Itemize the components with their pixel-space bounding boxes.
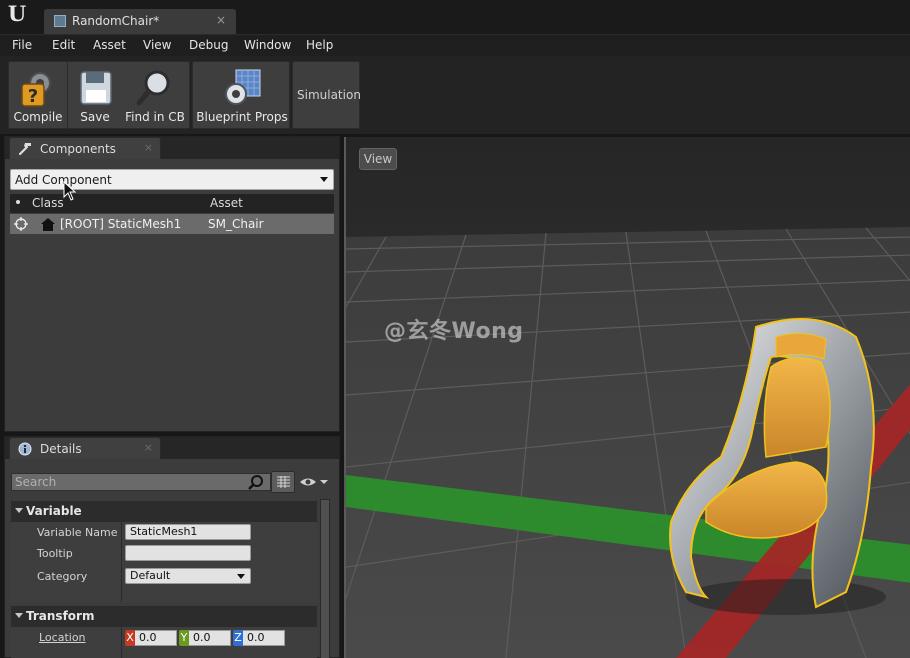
menu-edit[interactable]: Edit (52, 38, 75, 52)
collapse-arrow-icon (15, 508, 23, 513)
blueprint-asset-icon (54, 15, 66, 27)
variable-section-title: Variable (26, 504, 82, 518)
close-tab-icon[interactable]: × (216, 13, 226, 27)
hammer-icon (18, 143, 31, 156)
menu-file[interactable]: File (12, 38, 32, 52)
menu-asset[interactable]: Asset (93, 38, 126, 52)
toolbar-group-blueprint: Blueprint Props (192, 61, 290, 129)
column-divider (121, 627, 122, 658)
details-panel: Details × Variable Variable Name StaticM… (4, 436, 340, 658)
tooltip-field[interactable] (125, 545, 251, 561)
simulation-label: Simulation (297, 88, 361, 102)
blueprint-props-label: Blueprint Props (196, 110, 288, 124)
component-row[interactable]: [ROOT] StaticMesh1 SM_Chair (10, 214, 334, 234)
column-divider (121, 522, 122, 602)
find-in-cb-icon (136, 70, 170, 106)
menu-bar: File Edit Asset View Debug Window Help (0, 34, 910, 56)
compile-label: Compile (13, 110, 63, 124)
menu-view[interactable]: View (143, 38, 171, 52)
compile-button[interactable]: ? Compile (9, 62, 67, 130)
location-x-tag: X (125, 630, 135, 646)
close-panel-icon[interactable]: × (144, 141, 153, 154)
variable-properties: Variable Name StaticMesh1 Tooltip Catego… (11, 522, 317, 602)
components-tab-label: Components (40, 142, 116, 156)
search-icon[interactable] (248, 474, 264, 490)
variable-name-label: Variable Name (37, 526, 118, 539)
crosshair-icon (14, 217, 28, 231)
category-value: Default (130, 569, 171, 582)
components-tab[interactable]: Components × (9, 137, 161, 159)
location-x-field[interactable]: 0.0 (135, 630, 177, 646)
details-tab[interactable]: Details × (9, 437, 161, 459)
compile-icon: ? (21, 72, 51, 107)
blueprint-props-icon (225, 69, 261, 105)
title-bar: U RandomChair* × (0, 0, 910, 34)
menu-debug[interactable]: Debug (189, 38, 228, 52)
save-button[interactable]: Save (68, 62, 122, 130)
svg-text:?: ? (28, 86, 38, 107)
variable-name-field[interactable]: StaticMesh1 (125, 524, 251, 540)
location-y-tag: Y (179, 630, 189, 646)
variable-section-header[interactable]: Variable (11, 501, 317, 522)
menu-window[interactable]: Window (244, 38, 291, 52)
location-z-tag: Z (233, 630, 243, 646)
location-label[interactable]: Location (39, 631, 86, 644)
add-component-dropdown[interactable]: Add Component (10, 169, 334, 190)
transform-properties: Location X 0.0 Y 0.0 Z 0.0 (11, 627, 317, 658)
eye-icon[interactable] (299, 475, 329, 489)
column-header-class[interactable]: Class (32, 196, 64, 210)
location-y-field[interactable]: 0.0 (189, 630, 231, 646)
find-in-cb-button[interactable]: Find in CB (122, 62, 188, 130)
viewport-scene (346, 137, 910, 658)
transform-section-header[interactable]: Transform (11, 606, 317, 627)
category-label: Category (37, 570, 88, 583)
component-asset: SM_Chair (208, 217, 264, 231)
save-icon (80, 71, 112, 105)
column-header-asset[interactable]: Asset (210, 196, 243, 210)
list-view-button[interactable] (271, 471, 295, 493)
transform-section-title: Transform (26, 609, 95, 623)
mouse-cursor-icon (63, 181, 77, 201)
chevron-down-icon (237, 574, 245, 579)
unreal-logo-icon[interactable]: U (4, 2, 30, 28)
static-mesh-icon (41, 218, 55, 231)
components-panel: Components × Add Component Class Asset [… (4, 136, 340, 432)
find-in-cb-label: Find in CB (125, 110, 185, 124)
components-tree-header: Class Asset (10, 194, 334, 213)
details-tab-label: Details (40, 442, 82, 456)
save-label: Save (80, 110, 110, 124)
component-class: [ROOT] StaticMesh1 (60, 217, 182, 231)
location-z-field[interactable]: 0.0 (243, 630, 285, 646)
details-scrollbar[interactable] (320, 499, 330, 658)
details-icon (18, 442, 32, 456)
document-tab[interactable]: RandomChair* × (44, 9, 236, 34)
collapse-arrow-icon (15, 613, 23, 618)
viewport[interactable]: View @玄冬Wong (344, 137, 910, 658)
chevron-down-icon (320, 177, 328, 182)
column-indicator-icon (16, 200, 20, 204)
watermark: @玄冬Wong (384, 319, 524, 344)
simulation-button[interactable]: Simulation (292, 61, 361, 129)
view-button[interactable]: View (359, 148, 397, 170)
menu-help[interactable]: Help (306, 38, 333, 52)
toolbar-group-main: ? Compile Save Find in CB (8, 61, 190, 130)
toolbar: ? Compile Save Find in CB Blueprint Prop… (0, 56, 910, 134)
category-dropdown[interactable]: Default (125, 568, 251, 584)
details-search-input[interactable] (11, 473, 271, 491)
tab-title: RandomChair* (72, 14, 160, 28)
grid-icon (277, 476, 290, 488)
blueprint-props-button[interactable]: Blueprint Props (193, 62, 291, 130)
close-panel-icon[interactable]: × (144, 441, 153, 454)
tooltip-label: Tooltip (37, 547, 73, 560)
